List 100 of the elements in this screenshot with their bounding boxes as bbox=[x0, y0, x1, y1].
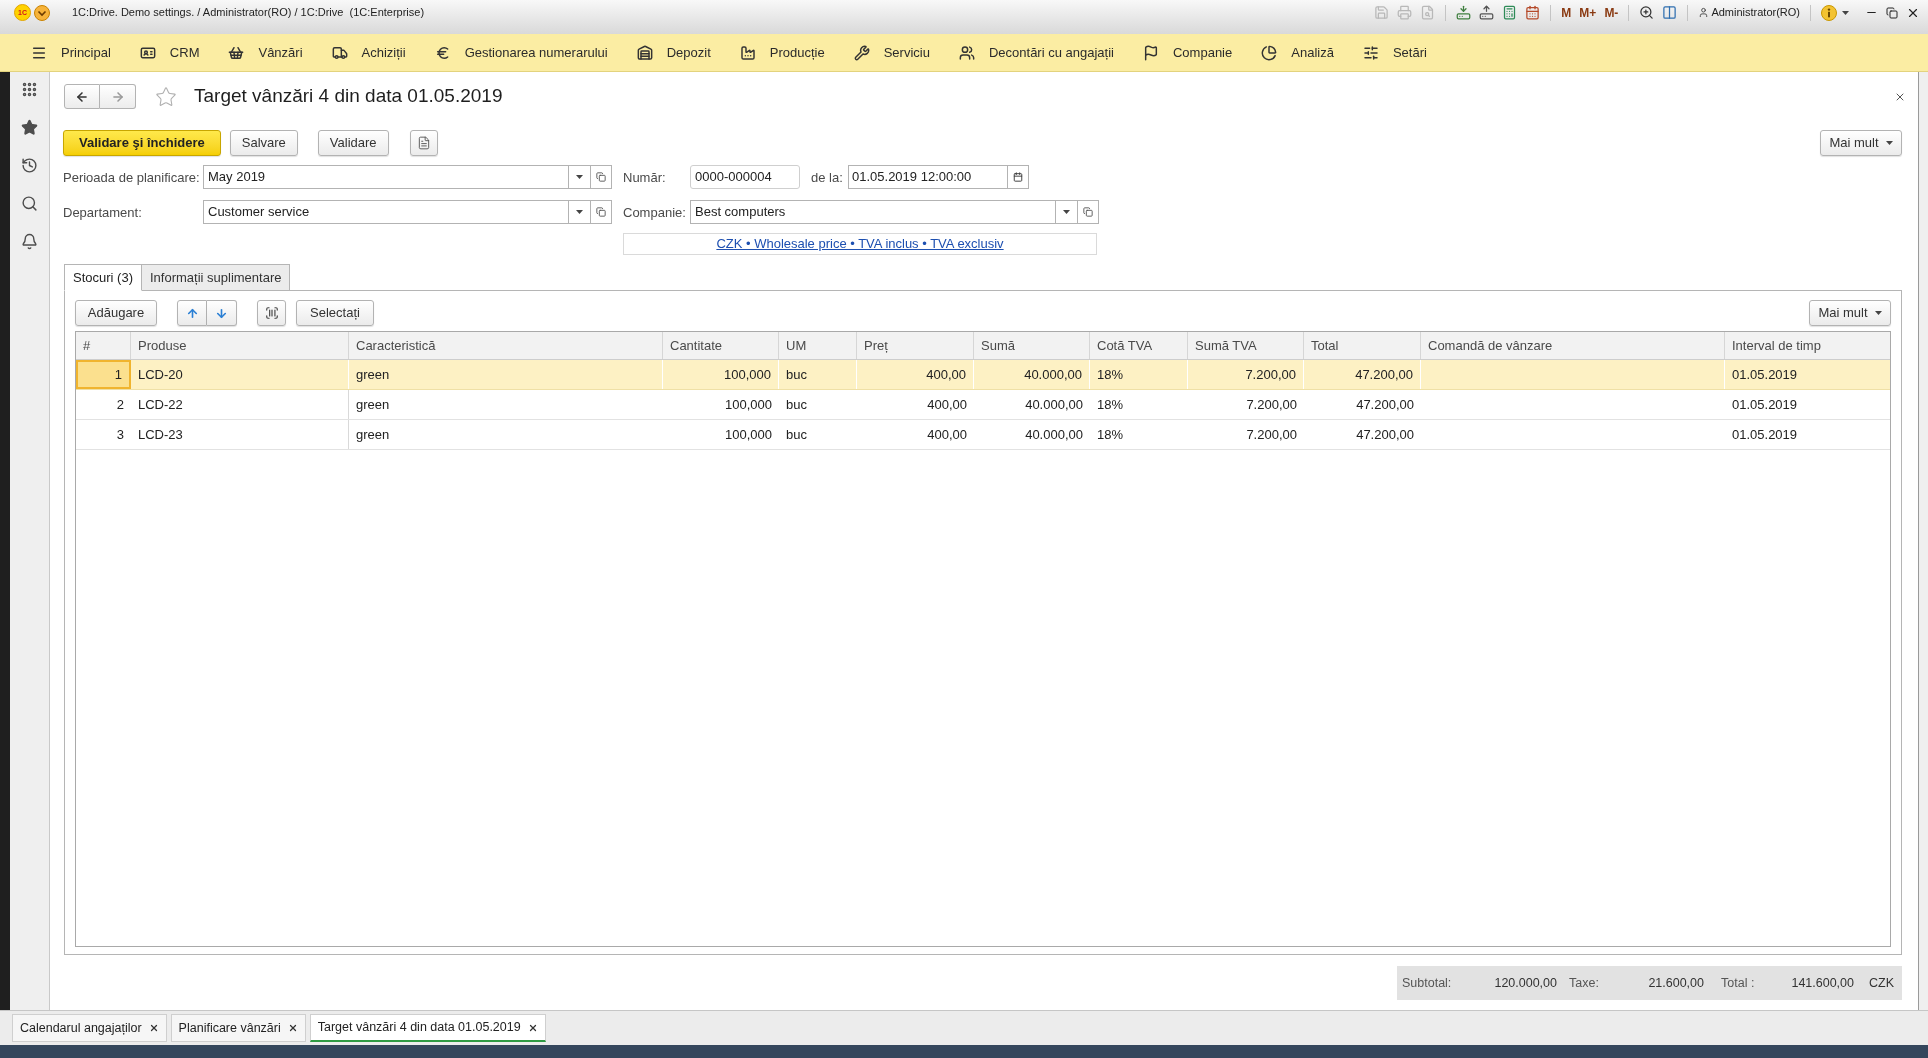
caret-down-icon bbox=[1063, 209, 1070, 214]
column-header[interactable]: Sumă TVA bbox=[1188, 332, 1304, 359]
select-field[interactable]: May 2019 bbox=[203, 165, 569, 189]
column-header[interactable]: Caracteristică bbox=[349, 332, 663, 359]
close-icon[interactable] bbox=[287, 1023, 298, 1033]
column-header[interactable]: Interval de timp bbox=[1725, 332, 1890, 359]
open-button[interactable] bbox=[591, 199, 612, 224]
dropdown-button[interactable] bbox=[569, 199, 591, 224]
table-cell-text: 400,00 bbox=[926, 395, 968, 414]
document-title: Target vânzări 4 din data 01.05.2019 bbox=[194, 84, 503, 109]
command-button[interactable]: Validare bbox=[317, 130, 389, 156]
column-header[interactable]: Total bbox=[1304, 332, 1421, 359]
menu-item[interactable]: Setări bbox=[1362, 42, 1427, 63]
menu-item[interactable]: Vânzări bbox=[228, 42, 303, 63]
back-button[interactable] bbox=[64, 84, 100, 109]
caret-circle-icon[interactable] bbox=[34, 4, 50, 21]
move-up-button[interactable] bbox=[177, 300, 207, 326]
window-tab[interactable]: Planificare vânzări bbox=[170, 1014, 306, 1042]
table-cell-text: buc bbox=[785, 425, 808, 444]
dropdown-button[interactable] bbox=[569, 165, 591, 189]
search-icon[interactable] bbox=[21, 195, 38, 212]
table-row[interactable]: 3 LCD-23 green 100,000 buc 400,00 40.000,00 18% 7.200,00 47.200,00 01.05.2019 bbox=[76, 420, 1890, 450]
star-icon[interactable] bbox=[21, 119, 38, 136]
dropdown-button[interactable] bbox=[1056, 199, 1078, 224]
column-header[interactable]: Cantitate bbox=[663, 332, 779, 359]
move-down-button[interactable] bbox=[207, 300, 237, 326]
close-icon[interactable] bbox=[527, 1022, 538, 1033]
window-tab[interactable]: Target vânzări 4 din data 01.05.2019 bbox=[309, 1014, 546, 1042]
menu-item[interactable]: Achiziții bbox=[331, 42, 406, 63]
close-icon[interactable] bbox=[148, 1023, 159, 1033]
more-button[interactable]: Mai mult bbox=[1820, 130, 1902, 156]
calendar-button[interactable] bbox=[1008, 165, 1029, 189]
input-field[interactable]: 0000-000004 bbox=[690, 165, 800, 189]
subtotal-label: Subtotal: bbox=[1402, 974, 1452, 992]
menu-item[interactable]: Serviciu bbox=[853, 42, 930, 63]
command-button[interactable]: Validare şi închidere bbox=[63, 130, 221, 156]
menu-item[interactable]: Analiză bbox=[1261, 42, 1334, 63]
zoom-in-icon[interactable] bbox=[1639, 5, 1655, 20]
more-button[interactable]: Mai mult bbox=[1809, 300, 1891, 326]
table-cell-text: 7.200,00 bbox=[1245, 395, 1298, 414]
select-field[interactable]: Customer service bbox=[203, 199, 569, 224]
calculator-icon[interactable] bbox=[1502, 5, 1518, 20]
date-field[interactable]: 01.05.2019 12:00:00 bbox=[848, 165, 1008, 189]
subtotal-value: 120.000,00 bbox=[1494, 974, 1557, 992]
menu-item[interactable]: Decontări cu angajații bbox=[958, 42, 1114, 63]
pie-chart-icon bbox=[1261, 44, 1278, 61]
menu-item[interactable]: Principal bbox=[31, 42, 111, 63]
menu-item[interactable]: Companie bbox=[1143, 42, 1233, 63]
field-label: de la: bbox=[811, 170, 843, 185]
barcode-button[interactable] bbox=[257, 300, 286, 326]
column-header[interactable]: Cotă TVA bbox=[1090, 332, 1188, 359]
table-row[interactable]: 2 LCD-22 green 100,000 buc 400,00 40.000,00 18% 7.200,00 47.200,00 01.05.2019 bbox=[76, 390, 1890, 420]
menu-item[interactable]: Gestionarea numerarului bbox=[434, 42, 608, 63]
warehouse-icon bbox=[636, 44, 653, 61]
column-header[interactable]: Comandă de vânzare bbox=[1421, 332, 1725, 359]
memory-button[interactable]: M+ bbox=[1579, 6, 1597, 19]
open-button[interactable] bbox=[591, 165, 612, 189]
open-button[interactable] bbox=[1078, 199, 1099, 224]
drive-upload-icon[interactable] bbox=[1479, 5, 1495, 20]
info-icon[interactable] bbox=[1821, 4, 1837, 21]
restore-icon[interactable] bbox=[1886, 6, 1898, 19]
command-button[interactable]: Salvare bbox=[229, 130, 298, 156]
memory-button[interactable]: M- bbox=[1604, 6, 1619, 19]
two-columns-icon[interactable] bbox=[1662, 5, 1678, 20]
calendar-icon[interactable] bbox=[1525, 5, 1541, 20]
table-cell-text: 7.200,00 bbox=[1245, 425, 1298, 444]
caret-down-icon bbox=[1842, 10, 1849, 15]
copy-icon bbox=[596, 206, 606, 217]
table-cell: LCD-23 bbox=[131, 420, 349, 449]
column-header[interactable]: # bbox=[76, 332, 131, 359]
table-cell: LCD-22 bbox=[131, 390, 349, 419]
column-header[interactable]: Produse bbox=[131, 332, 349, 359]
user-icon bbox=[1698, 7, 1710, 18]
column-header[interactable]: Preț bbox=[857, 332, 974, 359]
user-name[interactable]: Administrator(RO) bbox=[1711, 4, 1800, 21]
menu-item[interactable]: Producție bbox=[739, 42, 825, 63]
window-tab[interactable]: Calendarul angajaților bbox=[12, 1014, 167, 1042]
add-button[interactable]: Adăugare bbox=[75, 300, 157, 326]
column-header[interactable]: UM bbox=[779, 332, 857, 359]
column-header[interactable]: Sumă bbox=[974, 332, 1090, 359]
table-row[interactable]: 1 LCD-20 green 100,000 buc 400,00 40.000,00 18% 7.200,00 47.200,00 01.05.2019 bbox=[76, 360, 1890, 390]
document-button[interactable] bbox=[409, 130, 438, 156]
select-field[interactable]: Best computers bbox=[690, 199, 1056, 224]
table-cell-text: 400,00 bbox=[926, 425, 968, 444]
select-button[interactable]: Selectați bbox=[296, 300, 374, 326]
bell-icon[interactable] bbox=[21, 233, 38, 250]
price-settings-link[interactable]: CZK • Wholesale price • TVA inclus • TVA exclusiv bbox=[716, 234, 1004, 254]
menu-item[interactable]: CRM bbox=[139, 42, 200, 63]
drive-download-icon[interactable] bbox=[1456, 5, 1472, 20]
table-cell: LCD-20 bbox=[131, 360, 349, 389]
arrow-down-icon bbox=[215, 306, 228, 320]
history-icon[interactable] bbox=[21, 157, 38, 174]
star-icon[interactable] bbox=[155, 85, 177, 108]
table-cell-text: 100,000 bbox=[724, 395, 773, 414]
menu-item[interactable]: Depozit bbox=[636, 42, 711, 63]
table-cell-text: 01.05.2019 bbox=[1731, 395, 1799, 414]
apps-grid-icon[interactable] bbox=[21, 81, 38, 98]
tab[interactable]: Stocuri (3) bbox=[64, 264, 142, 291]
memory-button[interactable]: M bbox=[1561, 6, 1572, 19]
tab[interactable]: Informații suplimentare bbox=[141, 264, 291, 291]
